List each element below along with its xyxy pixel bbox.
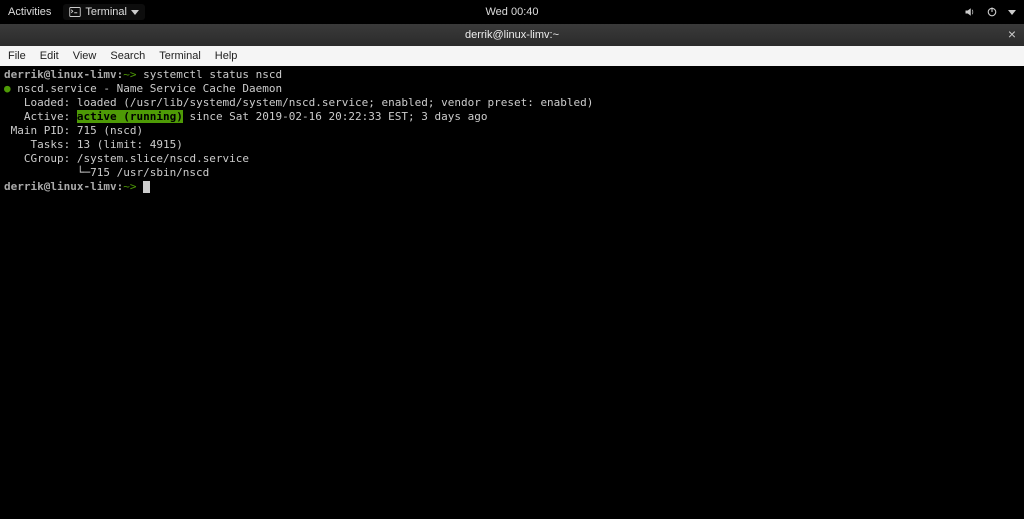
window-title: derrik@linux-limv:~ [465, 29, 559, 41]
cgroup-tree: └─715 /usr/sbin/nscd [4, 166, 209, 179]
tasks-value: 13 (limit: 4915) [77, 138, 183, 151]
chevron-down-icon [1008, 10, 1016, 15]
command-text: systemctl status nscd [136, 68, 282, 81]
window-titlebar: derrik@linux-limv:~ × [0, 24, 1024, 46]
app-menu[interactable]: Terminal [63, 4, 145, 20]
cursor [143, 181, 150, 193]
cgroup-value: /system.slice/nscd.service [77, 152, 249, 165]
volume-icon [964, 6, 976, 18]
terminal-output[interactable]: derrik@linux-limv:~> systemctl status ns… [0, 66, 1024, 519]
loaded-value: loaded (/usr/lib/systemd/system/nscd.ser… [77, 96, 594, 109]
menu-help[interactable]: Help [215, 50, 238, 62]
close-button[interactable]: × [1008, 26, 1016, 42]
system-status-area[interactable] [964, 6, 1016, 18]
status-bullet-icon: ● [4, 82, 11, 95]
clock[interactable]: Wed 00:40 [485, 6, 538, 18]
active-since: since Sat 2019-02-16 20:22:33 EST; 3 day… [183, 110, 488, 123]
activities-button[interactable]: Activities [8, 6, 51, 18]
active-status: active (running) [77, 110, 183, 123]
menu-edit[interactable]: Edit [40, 50, 59, 62]
active-label: Active: [4, 110, 77, 123]
chevron-down-icon [131, 10, 139, 15]
terminal-icon [69, 6, 81, 18]
menubar: File Edit View Search Terminal Help [0, 46, 1024, 66]
power-icon [986, 6, 998, 18]
prompt-user: derrik@linux-limv: [4, 68, 123, 81]
loaded-label: Loaded: [4, 96, 77, 109]
cgroup-label: CGroup: [4, 152, 77, 165]
prompt-path: ~> [123, 68, 136, 81]
menu-terminal[interactable]: Terminal [159, 50, 201, 62]
tasks-label: Tasks: [4, 138, 77, 151]
app-menu-label: Terminal [85, 6, 127, 18]
menu-search[interactable]: Search [110, 50, 145, 62]
menu-view[interactable]: View [73, 50, 97, 62]
main-pid-label: Main PID: [4, 124, 77, 137]
menu-file[interactable]: File [8, 50, 26, 62]
prompt-user: derrik@linux-limv: [4, 180, 123, 193]
service-name-line: nscd.service - Name Service Cache Daemon [11, 82, 283, 95]
gnome-topbar: Activities Terminal Wed 00:40 [0, 0, 1024, 24]
prompt-path: ~> [123, 180, 136, 193]
main-pid-value: 715 (nscd) [77, 124, 143, 137]
